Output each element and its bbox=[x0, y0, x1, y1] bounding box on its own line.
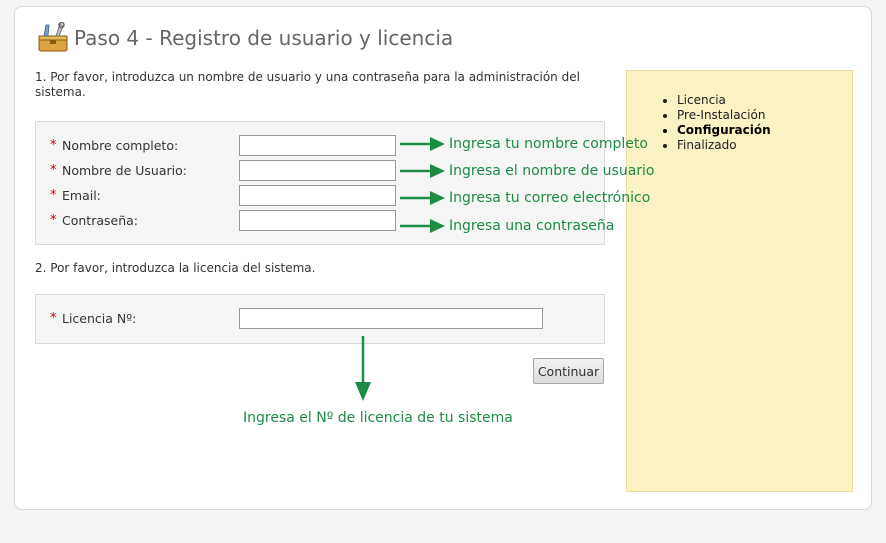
annotation-fullname: Ingresa tu nombre completo bbox=[449, 136, 648, 152]
arrow-right-icon bbox=[430, 164, 445, 178]
annotation-arrows bbox=[355, 137, 445, 401]
arrow-down-icon bbox=[355, 382, 371, 401]
annotation-email: Ingresa tu correo electrónico bbox=[449, 190, 651, 206]
annotation-password: Ingresa una contraseña bbox=[449, 218, 615, 234]
annotation-license: Ingresa el Nº de licencia de tu sistema bbox=[243, 410, 513, 426]
annotation-username: Ingresa el nombre de usuario bbox=[449, 163, 655, 179]
arrow-right-icon bbox=[430, 219, 445, 233]
arrow-right-icon bbox=[430, 137, 445, 151]
arrow-right-icon bbox=[430, 191, 445, 205]
